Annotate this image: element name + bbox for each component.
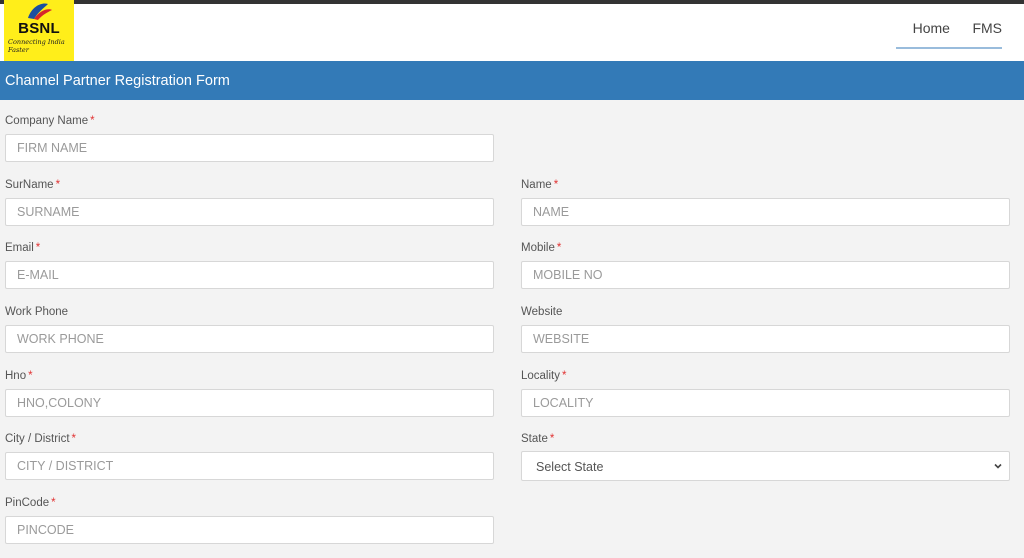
locality-input[interactable] <box>521 389 1010 417</box>
logo-swirl-icon <box>28 3 52 20</box>
bsnl-logo[interactable]: BSNL Connecting India Faster <box>4 0 74 62</box>
logo-tagline: Connecting India Faster <box>8 38 65 54</box>
locality-label: Locality * <box>521 370 567 382</box>
city-label: City / District * <box>5 433 77 445</box>
form-header: Channel Partner Registration Form <box>0 61 1024 100</box>
hno-label: Hno * <box>5 370 33 382</box>
nav-active-underline <box>896 47 1002 49</box>
mobile-input[interactable] <box>521 261 1010 289</box>
email-label: Email * <box>5 242 41 254</box>
form-title: Channel Partner Registration Form <box>5 73 230 89</box>
state-select[interactable]: Select State <box>521 451 1010 481</box>
hno-input[interactable] <box>5 389 494 417</box>
website-label: Website <box>521 306 563 318</box>
pincode-input[interactable] <box>5 516 494 544</box>
state-label: State * <box>521 433 555 445</box>
nav-fms-link[interactable]: FMS <box>972 4 1002 52</box>
surname-label: SurName * <box>5 179 61 191</box>
nav-home-link[interactable]: Home <box>913 4 950 52</box>
mobile-label: Mobile * <box>521 242 562 254</box>
surname-input[interactable] <box>5 198 494 226</box>
city-input[interactable] <box>5 452 494 480</box>
work-phone-label: Work Phone <box>5 306 69 318</box>
name-input[interactable] <box>521 198 1010 226</box>
pincode-label: PinCode * <box>5 497 56 509</box>
work-phone-input[interactable] <box>5 325 494 353</box>
logo-brand-text: BSNL <box>18 20 60 37</box>
website-input[interactable] <box>521 325 1010 353</box>
company-name-label: Company Name * <box>5 115 95 127</box>
company-name-input[interactable] <box>5 134 494 162</box>
nav-links: Home FMS <box>895 4 1002 52</box>
state-select-value: Select State <box>536 460 604 474</box>
chevron-down-icon <box>994 463 1002 469</box>
email-input[interactable] <box>5 261 494 289</box>
name-label: Name * <box>521 179 559 191</box>
navbar: Home FMS <box>0 4 1024 61</box>
